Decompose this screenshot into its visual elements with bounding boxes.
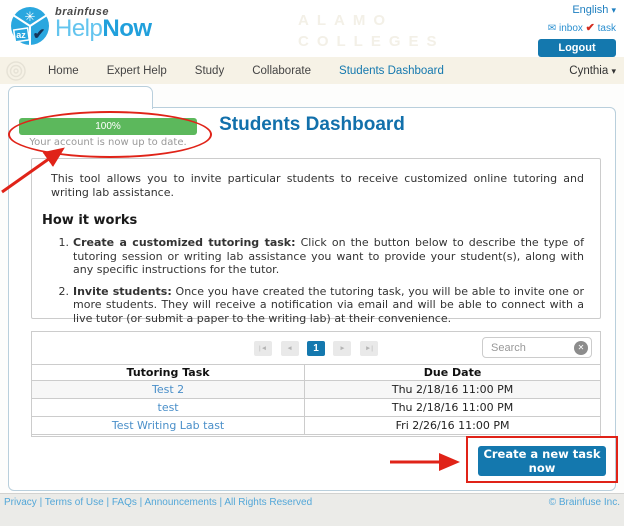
list-item: 1. Create a customized tutoring task: Cl… (56, 236, 584, 277)
svg-text:✳: ✳ (25, 9, 36, 24)
tutoring-task-link[interactable]: test (158, 401, 179, 414)
footer-link[interactable]: Terms of Use (45, 497, 104, 508)
pager-row: |◄ ◄ 1 ► ►| ✕ (32, 332, 600, 364)
main-content: 100% Your account is now up to date. Stu… (0, 84, 624, 493)
footer: Privacy | Terms of Use | FAQs | Announce… (0, 493, 624, 526)
fingerprint-watermark-icon (5, 60, 27, 82)
nav-item-students-dashboard[interactable]: Students Dashboard (339, 65, 444, 77)
nav-item[interactable]: Collaborate (252, 65, 311, 77)
footer-link[interactable]: Announcements (144, 497, 216, 508)
logout-button[interactable]: Logout (538, 39, 616, 57)
helpnow-logo-icon: ✳ az ✔ (10, 6, 50, 46)
nav-item[interactable]: Home (48, 65, 79, 77)
clear-search-icon[interactable]: ✕ (574, 341, 588, 355)
footer-separator: | (104, 497, 112, 508)
copyright-text: © Brainfuse Inc. (549, 497, 620, 508)
pager-next-button[interactable]: ► (333, 341, 351, 356)
chevron-down-icon: ▾ (611, 5, 616, 15)
header-actions: English ▾ ✉ inbox ✔ task Logout (538, 4, 616, 57)
svg-text:az: az (16, 30, 26, 40)
nav-item[interactable]: Study (195, 65, 224, 77)
step-number: 1. (56, 236, 73, 277)
brainfuse-logo: ✳ az ✔ brainfuse HelpNow (10, 6, 152, 46)
table-row: test Thu 2/18/16 11:00 PM (32, 399, 600, 417)
dashboard-tab[interactable] (8, 86, 153, 109)
table-row: Test 2 Thu 2/18/16 11:00 PM (32, 381, 600, 399)
pager-current-page[interactable]: 1 (307, 341, 325, 356)
step-number: 2. (56, 285, 73, 326)
dashboard-panel: 100% Your account is now up to date. Stu… (8, 107, 616, 491)
table-header-row: Tutoring Task Due Date (32, 365, 600, 381)
due-date-cell: Thu 2/18/16 11:00 PM (305, 399, 600, 417)
nav-items: Home Expert Help Study Collaborate (0, 65, 311, 77)
intro-text: This tool allows you to invite particula… (42, 172, 584, 200)
column-header-due-date: Due Date (305, 365, 600, 381)
footer-separator: | (37, 497, 45, 508)
progress-percent: 100% (95, 121, 121, 132)
progress-message: Your account is now up to date. (19, 137, 197, 148)
how-it-works-heading: How it works (42, 213, 584, 228)
pager-prev-button[interactable]: ◄ (281, 341, 299, 356)
task-link[interactable]: task (598, 23, 616, 34)
brand-text: brainfuse HelpNow (55, 6, 152, 40)
tasks-table: Tutoring Task Due Date Test 2 Thu 2/18/1… (32, 364, 600, 435)
search-box: ✕ (482, 337, 592, 358)
institution-watermark: ALAMO COLLEGES (298, 10, 445, 52)
due-date-cell: Fri 2/26/16 11:00 PM (305, 417, 600, 435)
table-row: Test Writing Lab tast Fri 2/26/16 11:00 … (32, 417, 600, 435)
inbox-link[interactable]: inbox (559, 23, 583, 34)
task-check-icon: ✔ (586, 22, 595, 34)
table-body: Test 2 Thu 2/18/16 11:00 PM test Thu 2/1… (32, 381, 600, 435)
account-progress: 100% Your account is now up to date. (19, 118, 197, 148)
page: ✳ az ✔ brainfuse HelpNow ALAMO COLLEGES … (0, 0, 624, 526)
search-input[interactable] (483, 338, 571, 357)
header: ✳ az ✔ brainfuse HelpNow ALAMO COLLEGES … (0, 0, 624, 57)
description-box: This tool allows you to invite particula… (31, 158, 601, 319)
inbox-envelope-icon: ✉ (548, 23, 556, 34)
tutoring-task-link[interactable]: Test 2 (152, 383, 184, 396)
pager-first-button[interactable]: |◄ (254, 341, 272, 356)
list-item: 2. Invite students: Once you have create… (56, 285, 584, 326)
inbox-task-links: ✉ inbox ✔ task (538, 21, 616, 34)
brand-main-label: HelpNow (55, 18, 152, 40)
chevron-down-icon: ▾ (611, 66, 616, 76)
tasks-table-box: |◄ ◄ 1 ► ►| ✕ Tutoring Task (31, 331, 601, 437)
due-date-cell: Thu 2/18/16 11:00 PM (305, 381, 600, 399)
pager-last-button[interactable]: ►| (360, 341, 378, 356)
footer-links: Privacy | Terms of Use | FAQs | Announce… (4, 497, 312, 508)
footer-link[interactable]: Privacy (4, 497, 37, 508)
svg-text:✔: ✔ (33, 26, 46, 43)
footer-link[interactable]: All Rights Reserved (224, 497, 312, 508)
nav-item[interactable]: Expert Help (107, 65, 167, 77)
footer-link[interactable]: FAQs (112, 497, 137, 508)
create-task-button[interactable]: Create a new task now (478, 446, 606, 476)
user-menu[interactable]: Cynthia ▾ (569, 65, 616, 77)
tutoring-task-link[interactable]: Test Writing Lab tast (112, 419, 224, 432)
page-title: Students Dashboard (219, 114, 405, 136)
language-dropdown[interactable]: English ▾ (538, 4, 616, 16)
column-header-tutoring-task: Tutoring Task (32, 365, 305, 381)
main-nav: Home Expert Help Study Collaborate Students… (0, 57, 624, 84)
progress-bar: 100% (19, 118, 197, 135)
